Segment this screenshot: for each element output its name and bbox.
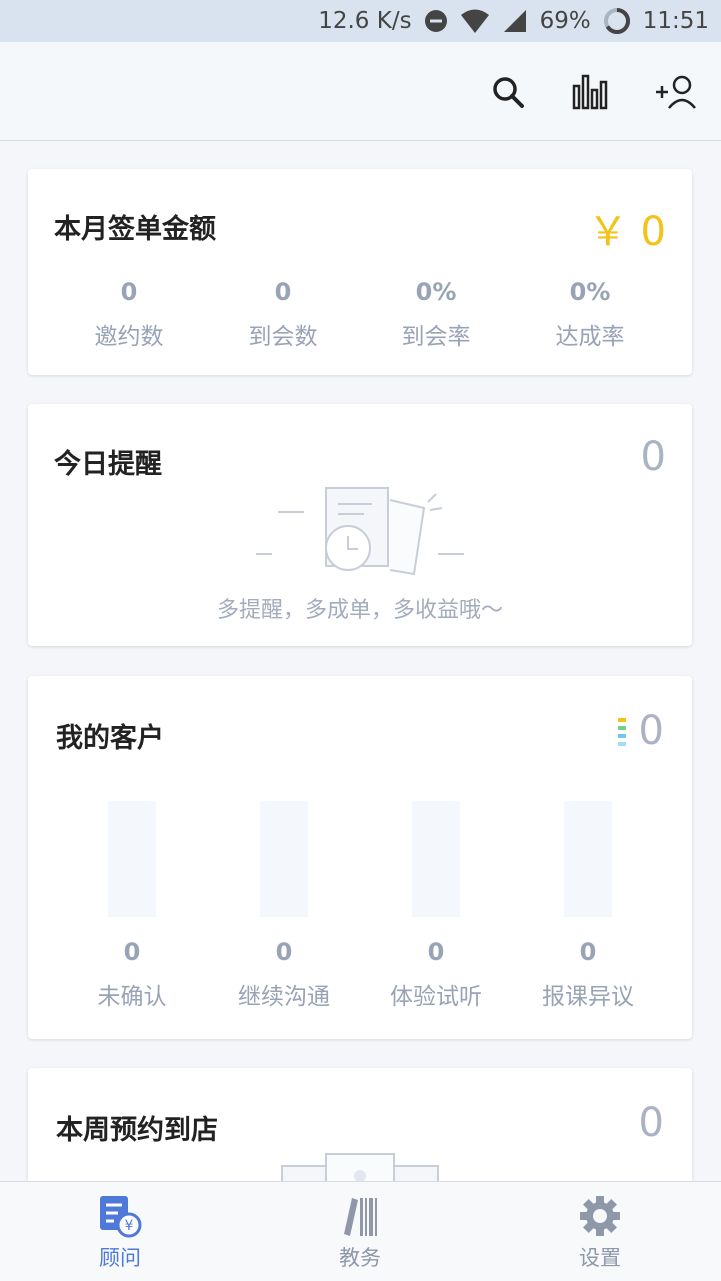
gear-icon (580, 1196, 620, 1236)
my-customers-card[interactable]: 我的客户 0 0 未确认 0 继续沟通 0 体验试听 0 报课异议 (28, 676, 692, 1039)
stat-unconfirmed[interactable]: 0 未确认 (52, 935, 212, 1011)
weekly-count: 0 (638, 1100, 664, 1146)
stat-label: 继续沟通 (238, 984, 330, 1010)
nav-label: 顾问 (99, 1246, 141, 1270)
stat-trial-class[interactable]: 0 体验试听 (356, 935, 516, 1011)
stat-label: 未确认 (97, 984, 167, 1010)
stat-follow-up[interactable]: 0 继续沟通 (204, 935, 364, 1011)
bar-unconfirmed (108, 801, 156, 917)
stat-label: 到会率 (401, 324, 471, 350)
card-title: 今日提醒 (54, 449, 162, 480)
svg-text:¥: ¥ (125, 1218, 134, 1234)
statistics-icon[interactable] (568, 68, 616, 116)
stat-label: 邀约数 (94, 324, 164, 350)
academic-icon (344, 1198, 377, 1236)
search-icon[interactable] (484, 68, 532, 116)
stat-objection[interactable]: 0 报课异议 (508, 935, 668, 1011)
monthly-amount: ￥ 0 (587, 209, 666, 255)
empty-reminder-illustration (256, 487, 464, 576)
clock: 11:51 (642, 8, 709, 34)
card-title: 我的客户 (56, 723, 164, 754)
bar-objection (564, 801, 612, 917)
stat-value: 0 (275, 938, 293, 966)
stat-value: 0 (579, 938, 597, 966)
bar-follow-up (260, 801, 308, 917)
wifi-icon (460, 8, 490, 34)
customers-count: 0 (638, 708, 664, 754)
empty-reminder-text: 多提醒，多成单，多收益哦～ (216, 598, 503, 623)
bottom-navigation: ¥ 顾问 教务 设置 (0, 1181, 721, 1281)
monthly-sales-card[interactable]: 本月签单金额 ￥ 0 0 邀约数 0 到会数 0% 到会率 0% 达成率 (28, 169, 692, 375)
stat-label: 体验试听 (390, 984, 482, 1010)
stat-completion-rate: 0% 达成率 (510, 275, 670, 351)
card-title: 本周预约到店 (56, 1115, 218, 1146)
status-bar: 12.6 K/s 69% 11:51 (0, 0, 721, 42)
dnd-icon (424, 9, 448, 33)
nav-consultant[interactable]: ¥ 顾问 (60, 1182, 180, 1281)
stat-value: 0 (274, 278, 292, 306)
stat-label: 报课异议 (542, 984, 634, 1010)
stat-value: 0% (569, 278, 611, 306)
stat-invitations: 0 邀约数 (49, 275, 209, 351)
consultant-icon: ¥ (100, 1196, 142, 1238)
stat-value: 0 (427, 938, 445, 966)
bar-trial-class (412, 801, 460, 917)
stat-value: 0 (123, 938, 141, 966)
reminder-count: 0 (640, 434, 666, 480)
nav-settings[interactable]: 设置 (540, 1182, 660, 1281)
stat-label: 到会数 (248, 324, 318, 350)
today-reminder-card[interactable]: 今日提醒 0 多提醒，多成单，多收益哦～ (28, 404, 692, 646)
stat-value: 0 (120, 278, 138, 306)
card-title: 本月签单金额 (54, 214, 216, 245)
battery-level: 69% (539, 8, 591, 34)
legend-icon (618, 718, 626, 746)
signal-icon (502, 8, 528, 34)
nav-label: 设置 (579, 1246, 621, 1270)
stat-value: 0% (415, 278, 457, 306)
stat-attendance-rate: 0% 到会率 (356, 275, 516, 351)
top-app-bar (0, 42, 721, 141)
nav-academic[interactable]: 教务 (300, 1182, 420, 1281)
battery-ring-icon (603, 7, 631, 35)
stat-label: 达成率 (555, 324, 625, 350)
stat-attendees: 0 到会数 (203, 275, 363, 351)
nav-label: 教务 (339, 1246, 381, 1270)
add-user-icon[interactable] (652, 68, 700, 116)
network-speed: 12.6 K/s (318, 8, 412, 34)
